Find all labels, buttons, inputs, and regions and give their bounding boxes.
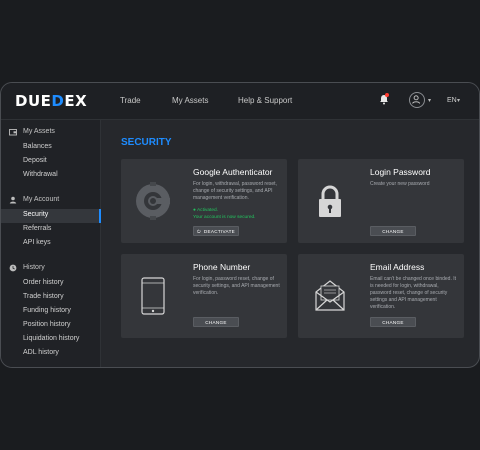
sidebar-item-order-history[interactable]: Order history (1, 277, 101, 291)
power-icon: ⏻ (196, 228, 201, 234)
card-description: Email can't be changed once binded. It i… (370, 276, 457, 310)
clock-icon (9, 264, 17, 272)
language-selector[interactable]: EN (447, 97, 457, 104)
user-icon (412, 95, 421, 104)
top-header: DUEDEX Trade My Assets Help & Support ▾ … (1, 83, 479, 120)
sidebar-item-adl-history[interactable]: ADL history (1, 347, 101, 361)
sidebar-item-api-keys[interactable]: API keys (1, 237, 101, 251)
app-window: DUEDEX Trade My Assets Help & Support ▾ … (0, 82, 480, 368)
user-icon (9, 196, 17, 204)
sidebar-item-withdrawal[interactable]: Withdrawal (1, 169, 101, 183)
status-note: Your account is now secured. (193, 215, 256, 220)
status-badge: ● Activated. (193, 208, 219, 213)
card-description: Create your new password (370, 181, 430, 187)
card-title: Login Password (370, 167, 431, 177)
card-google-authenticator: Google Authenticator For login, withdraw… (121, 159, 287, 243)
sidebar-section-my-account: My Account (1, 194, 101, 208)
sidebar-item-funding-history[interactable]: Funding history (1, 305, 101, 319)
envelope-icon (315, 280, 345, 311)
sidebar-section-label: My Assets (23, 128, 55, 135)
card-email-address: Email Address Email can't be changed onc… (298, 254, 464, 338)
card-title: Phone Number (193, 262, 251, 272)
wallet-icon (9, 129, 17, 136)
deactivate-button[interactable]: ⏻ DEACTIVATE (193, 226, 239, 236)
main-content: SECURITY Google Authenticator For login,… (101, 120, 479, 367)
card-phone-number: Phone Number For login, password reset, … (121, 254, 287, 338)
sidebar-item-security[interactable]: Security (1, 209, 101, 223)
card-description: For login, password reset, change of sec… (193, 276, 280, 296)
sidebar-item-position-history[interactable]: Position history (1, 319, 101, 333)
chevron-down-icon[interactable]: ▾ (457, 97, 460, 104)
sidebar-section-label: History (23, 264, 45, 271)
sidebar-section-my-assets: My Assets (1, 126, 101, 140)
card-title: Email Address (370, 262, 425, 272)
notification-dot (385, 93, 389, 97)
card-title: Google Authenticator (193, 167, 273, 177)
nav-trade[interactable]: Trade (120, 96, 141, 105)
lock-icon (319, 185, 341, 217)
card-login-password: Login Password Create your new password … (298, 159, 464, 243)
sidebar-item-trade-history[interactable]: Trade history (1, 291, 101, 305)
card-description: For login, withdrawal, password reset, c… (193, 181, 277, 201)
avatar[interactable] (409, 92, 425, 108)
sidebar-item-liquidation-history[interactable]: Liquidation history (1, 333, 101, 347)
sidebar-section-label: My Account (23, 196, 60, 203)
sidebar-section-history: History (1, 262, 101, 276)
change-password-button[interactable]: CHANGE (370, 226, 416, 236)
google-authenticator-icon (136, 182, 170, 220)
chevron-down-icon[interactable]: ▾ (428, 97, 431, 104)
sidebar-item-balances[interactable]: Balances (1, 141, 101, 155)
change-email-button[interactable]: CHANGE (370, 317, 416, 327)
page-title: SECURITY (121, 137, 172, 148)
nav-my-assets[interactable]: My Assets (172, 96, 208, 105)
sidebar: My Assets Balances Deposit Withdrawal My… (1, 120, 101, 367)
sidebar-item-deposit[interactable]: Deposit (1, 155, 101, 169)
logo[interactable]: DUEDEX (15, 92, 87, 110)
nav-help-support[interactable]: Help & Support (238, 96, 292, 105)
change-phone-button[interactable]: CHANGE (193, 317, 239, 327)
sidebar-item-referrals[interactable]: Referrals (1, 223, 101, 237)
phone-icon (141, 277, 165, 315)
check-circle-icon: ● (193, 208, 196, 213)
